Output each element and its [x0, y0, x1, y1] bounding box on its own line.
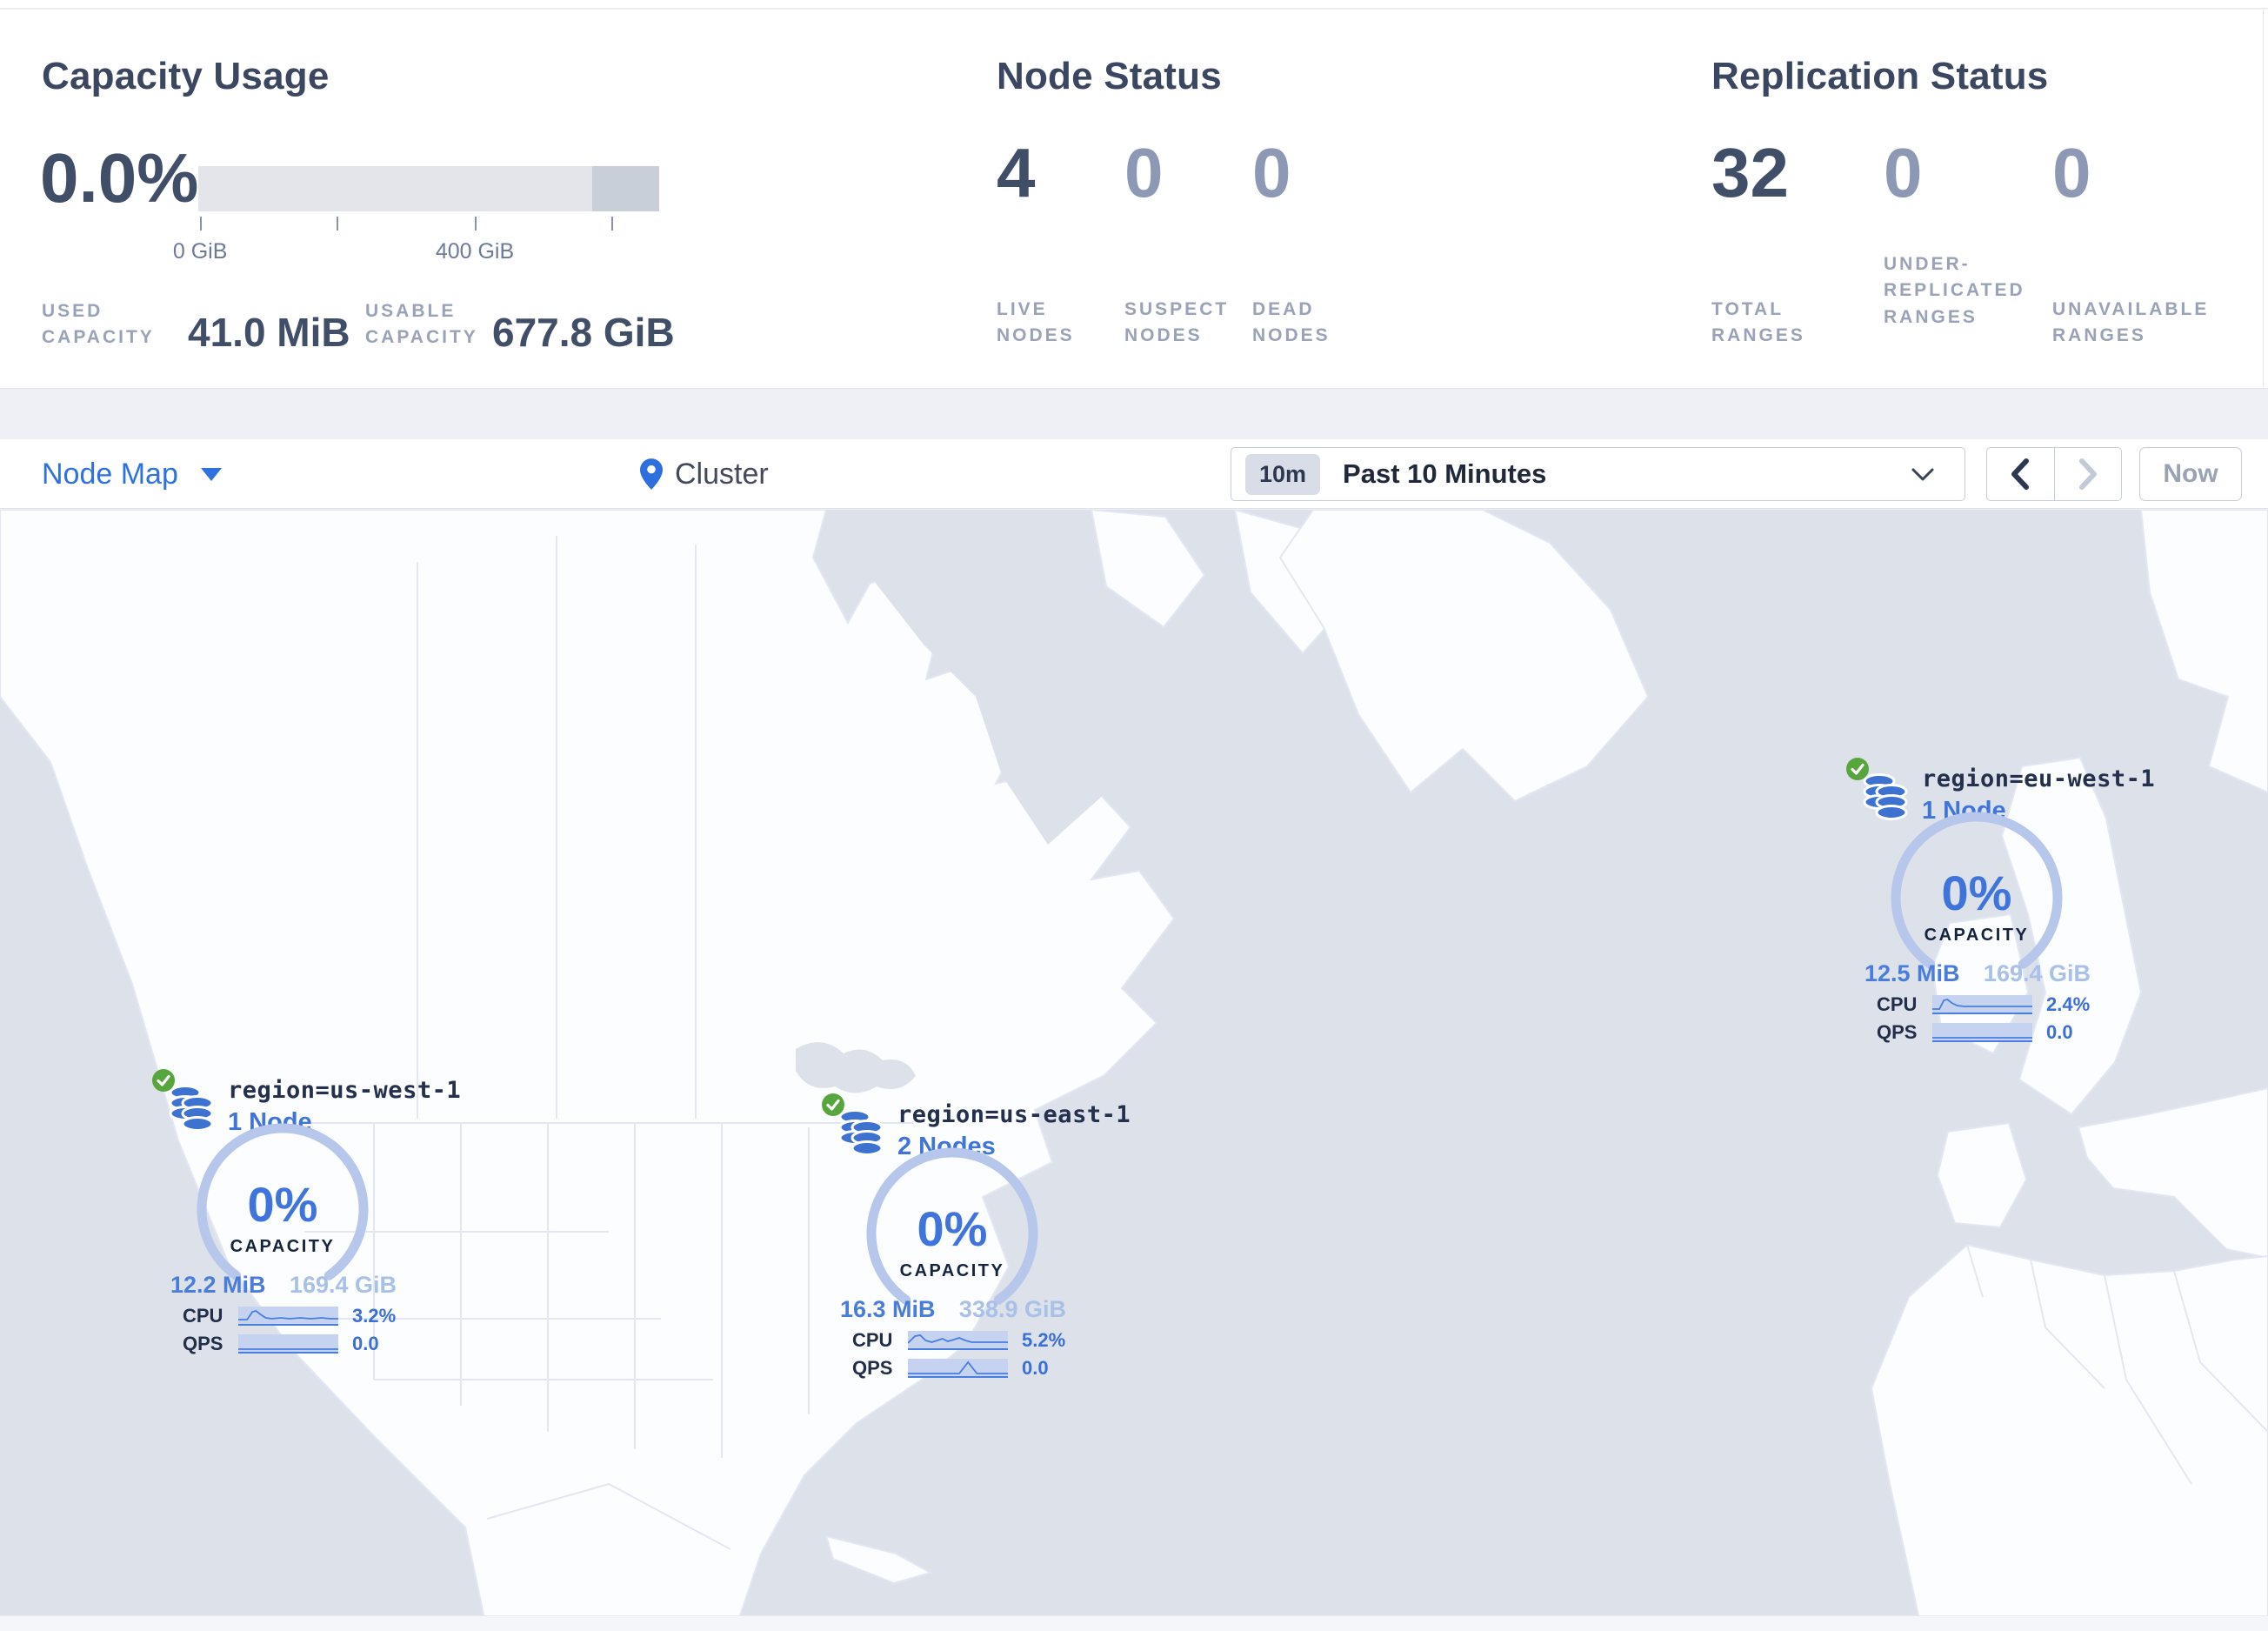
breadcrumb[interactable]: Cluster	[640, 439, 769, 509]
qps-sparkline	[908, 1359, 1008, 1378]
region-capacity-label: CAPACITY	[230, 1237, 336, 1256]
chevron-left-icon	[2011, 458, 2030, 490]
tick-200	[337, 217, 338, 231]
view-selector-label: Node Map	[42, 457, 178, 491]
qps-value: 0.0	[352, 1333, 379, 1354]
node-map: region=us-west-1 1 Node 0% CAPACITY 12.2…	[0, 510, 2268, 1631]
region-used-capacity: 12.5 MiB	[1864, 960, 1960, 986]
total-ranges-label: TOTAL RANGES	[1711, 299, 1805, 346]
page-top-strip	[0, 0, 2268, 9]
region-marker[interactable]: region=us-east-1 2 Nodes 0% CAPACITY 16.…	[817, 1087, 1131, 1390]
region-label: region=us-west-1	[228, 1077, 462, 1104]
time-range-arrows	[1986, 447, 2122, 501]
capacity-usage-percent: 0.0%	[40, 139, 199, 217]
qps-label: QPS	[183, 1333, 223, 1354]
suspect-nodes-label: SUSPECT NODES	[1124, 299, 1230, 346]
time-window-dropdown[interactable]: 10m Past 10 Minutes	[1231, 447, 1965, 501]
qps-sparkline	[238, 1334, 338, 1354]
cpu-value: 5.2%	[1022, 1329, 1066, 1351]
unavailable-ranges-label: UNAVAILABLE RANGES	[2052, 299, 2210, 346]
cpu-sparkline	[238, 1307, 338, 1326]
tick-label-400: 400 GiB	[435, 239, 515, 264]
qps-sparkline	[1932, 1023, 2032, 1042]
time-next-button[interactable]	[2055, 448, 2122, 500]
cpu-sparkline	[1932, 995, 2032, 1014]
cpu-label: CPU	[1877, 993, 1918, 1015]
qps-label: QPS	[1877, 1021, 1918, 1043]
map-pin-icon	[640, 458, 663, 490]
time-prev-button[interactable]	[1987, 448, 2055, 500]
live-nodes-label: LIVE NODES	[997, 299, 1075, 346]
node-status-title: Node Status	[997, 55, 1222, 97]
used-capacity-value: 41.0 MiB	[188, 310, 350, 355]
capacity-bar-track	[198, 166, 659, 211]
tick-400	[475, 217, 477, 231]
qps-value: 0.0	[1022, 1357, 1049, 1379]
view-selector-dropdown[interactable]: Node Map	[42, 439, 222, 509]
region-capacity-percent: 0%	[917, 1201, 988, 1256]
map-toolbar: Node Map Cluster 10m Past 10 Minutes Now	[0, 439, 2268, 509]
dead-nodes-label: DEAD NODES	[1252, 299, 1331, 346]
dead-nodes-count: 0	[1252, 134, 1291, 211]
cpu-value: 2.4%	[2046, 993, 2091, 1015]
region-total-capacity: 338.9 GiB	[958, 1296, 1066, 1322]
region-used-capacity: 16.3 MiB	[840, 1296, 936, 1322]
breadcrumb-label: Cluster	[675, 457, 769, 491]
live-nodes-count: 4	[997, 134, 1036, 211]
region-capacity-label: CAPACITY	[899, 1261, 1005, 1280]
cpu-label: CPU	[183, 1305, 223, 1327]
region-marker[interactable]: region=us-west-1 1 Node 0% CAPACITY 12.2…	[148, 1063, 461, 1366]
cpu-value: 3.2%	[352, 1305, 397, 1327]
chevron-down-icon	[1911, 468, 1934, 481]
region-total-capacity: 169.4 GiB	[1983, 960, 2091, 986]
unavailable-ranges-count: 0	[2052, 134, 2091, 211]
region-total-capacity: 169.4 GiB	[289, 1272, 397, 1298]
region-marker[interactable]: region=eu-west-1 1 Node 0% CAPACITY 12.5…	[1842, 752, 2155, 1054]
region-label: region=eu-west-1	[1922, 765, 2156, 792]
now-button[interactable]: Now	[2139, 447, 2242, 501]
cpu-label: CPU	[852, 1329, 893, 1351]
chevron-right-icon	[2078, 458, 2097, 490]
region-label: region=us-east-1	[897, 1101, 1131, 1128]
qps-label: QPS	[852, 1357, 893, 1379]
capacity-usage-title: Capacity Usage	[42, 55, 330, 97]
capacity-bar-ticks: 0 GiB 400 GiB	[173, 217, 659, 264]
total-ranges-count: 32	[1711, 134, 1789, 211]
capacity-bar-nonusable-segment	[591, 166, 659, 211]
tick-600	[610, 217, 613, 231]
time-window-label: Past 10 Minutes	[1343, 458, 1547, 489]
tick-0	[200, 217, 203, 231]
map-footer-strip	[0, 1615, 2268, 1631]
time-window-badge: 10m	[1245, 453, 1321, 495]
suspect-nodes-count: 0	[1124, 134, 1164, 211]
region-used-capacity: 12.2 MiB	[170, 1272, 266, 1298]
usable-capacity-value: 677.8 GiB	[492, 310, 675, 355]
panel-right-divider	[2263, 10, 2264, 388]
cluster-summary-panel: Capacity Usage 0.0% 0 GiB 400 GiB USED C…	[0, 10, 2268, 389]
qps-value: 0.0	[2046, 1021, 2073, 1043]
region-capacity-percent: 0%	[1941, 866, 2012, 920]
caret-down-icon	[200, 467, 222, 481]
under-replicated-count: 0	[1884, 134, 1923, 211]
used-capacity-label: USED CAPACITY	[42, 301, 155, 348]
region-capacity-percent: 0%	[247, 1177, 318, 1232]
cpu-sparkline	[908, 1331, 1008, 1350]
tick-label-0: 0 GiB	[172, 239, 228, 264]
replication-status-title: Replication Status	[1711, 55, 2049, 97]
region-capacity-label: CAPACITY	[1924, 926, 2030, 945]
capacity-bar: 0 GiB 400 GiB	[173, 166, 659, 264]
under-replicated-label: UNDER-REPLICATED RANGES	[1884, 254, 2025, 327]
